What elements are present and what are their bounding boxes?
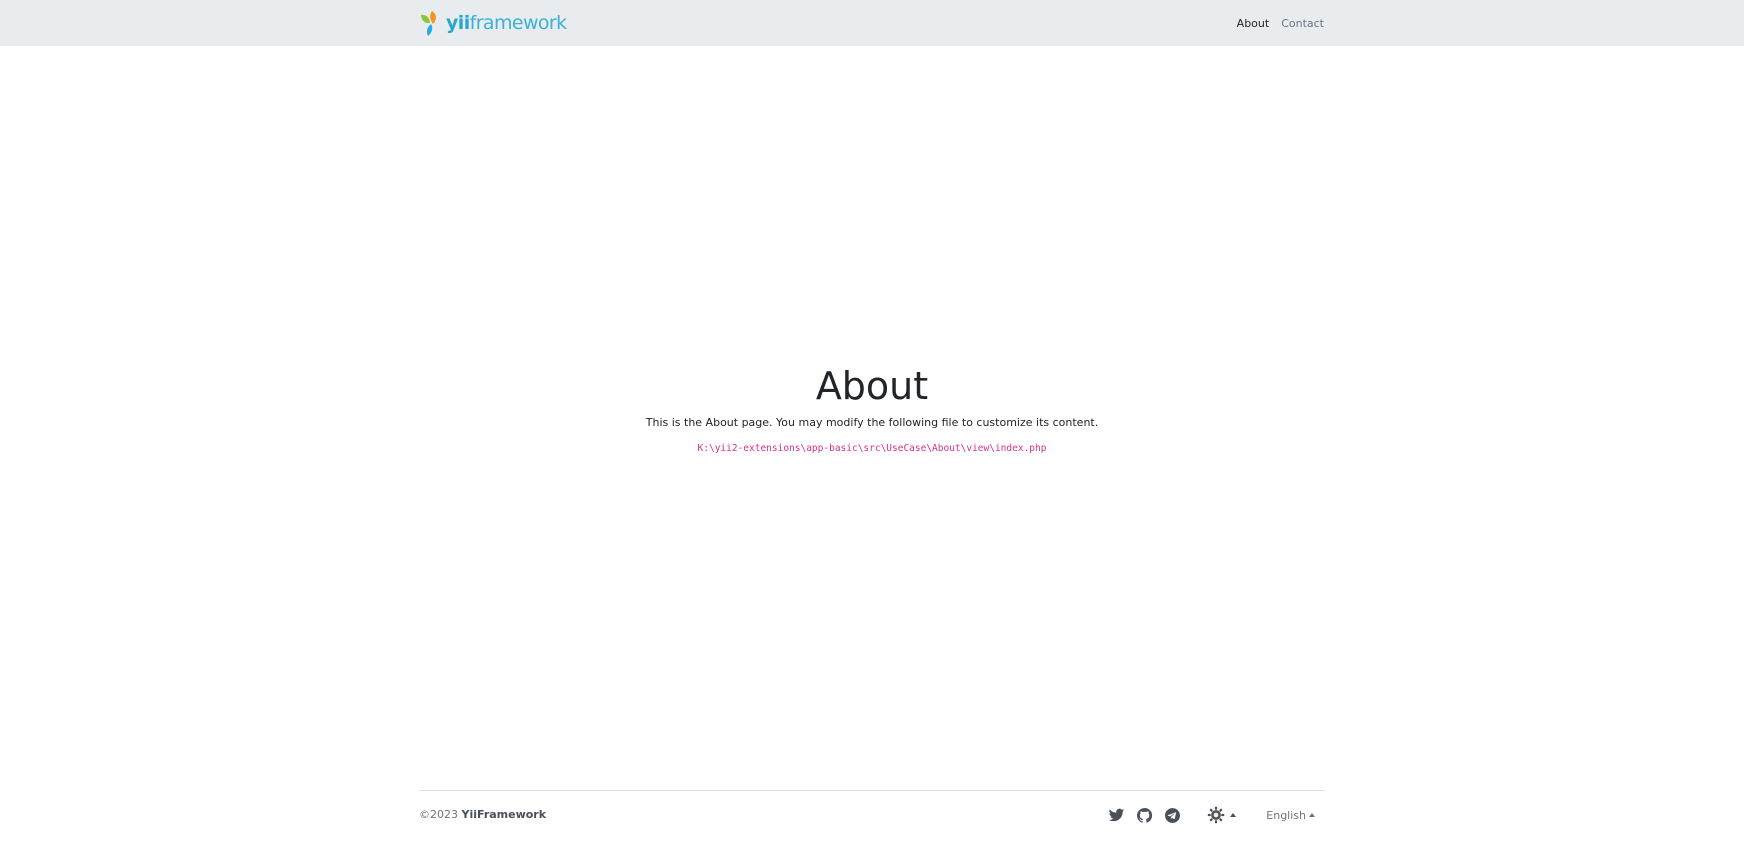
language-selector[interactable]: English [1266,809,1315,822]
footer: ©2023 YiiFramework English [419,790,1325,838]
theme-caret-up-icon [1230,813,1237,817]
nav-link-contact[interactable]: Contact [1277,13,1324,34]
nav-menu: About Contact [1225,0,1324,46]
brand-text: yiiframework [446,11,567,34]
file-path-code: K:\yii2-extensions\app-basic\src\UseCase… [697,443,1047,454]
navbar: yiiframework About Contact [0,0,1744,46]
twitter-icon[interactable] [1107,806,1125,824]
navbar-container: yiiframework About Contact [418,0,1326,46]
language-label: English [1266,808,1306,822]
footer-actions: English [1097,803,1325,827]
page-description: This is the About page. You may modify t… [645,416,1099,429]
nav-link-about[interactable]: About [1233,13,1270,34]
page-title: About [815,364,929,408]
copyright-brand: YiiFramework [461,808,547,821]
github-icon[interactable] [1135,806,1153,824]
sun-icon [1208,806,1225,824]
copyright: ©2023 YiiFramework [419,808,546,822]
yii-logo-icon [421,11,436,36]
theme-toggle-button[interactable] [1207,806,1237,824]
telegram-icon[interactable] [1163,806,1181,824]
copyright-year: ©2023 [419,808,458,821]
language-caret-up-icon [1309,813,1315,817]
main-content: About This is the About page. You may mo… [0,360,1744,456]
brand-logo-link[interactable]: yiiframework [418,8,567,38]
